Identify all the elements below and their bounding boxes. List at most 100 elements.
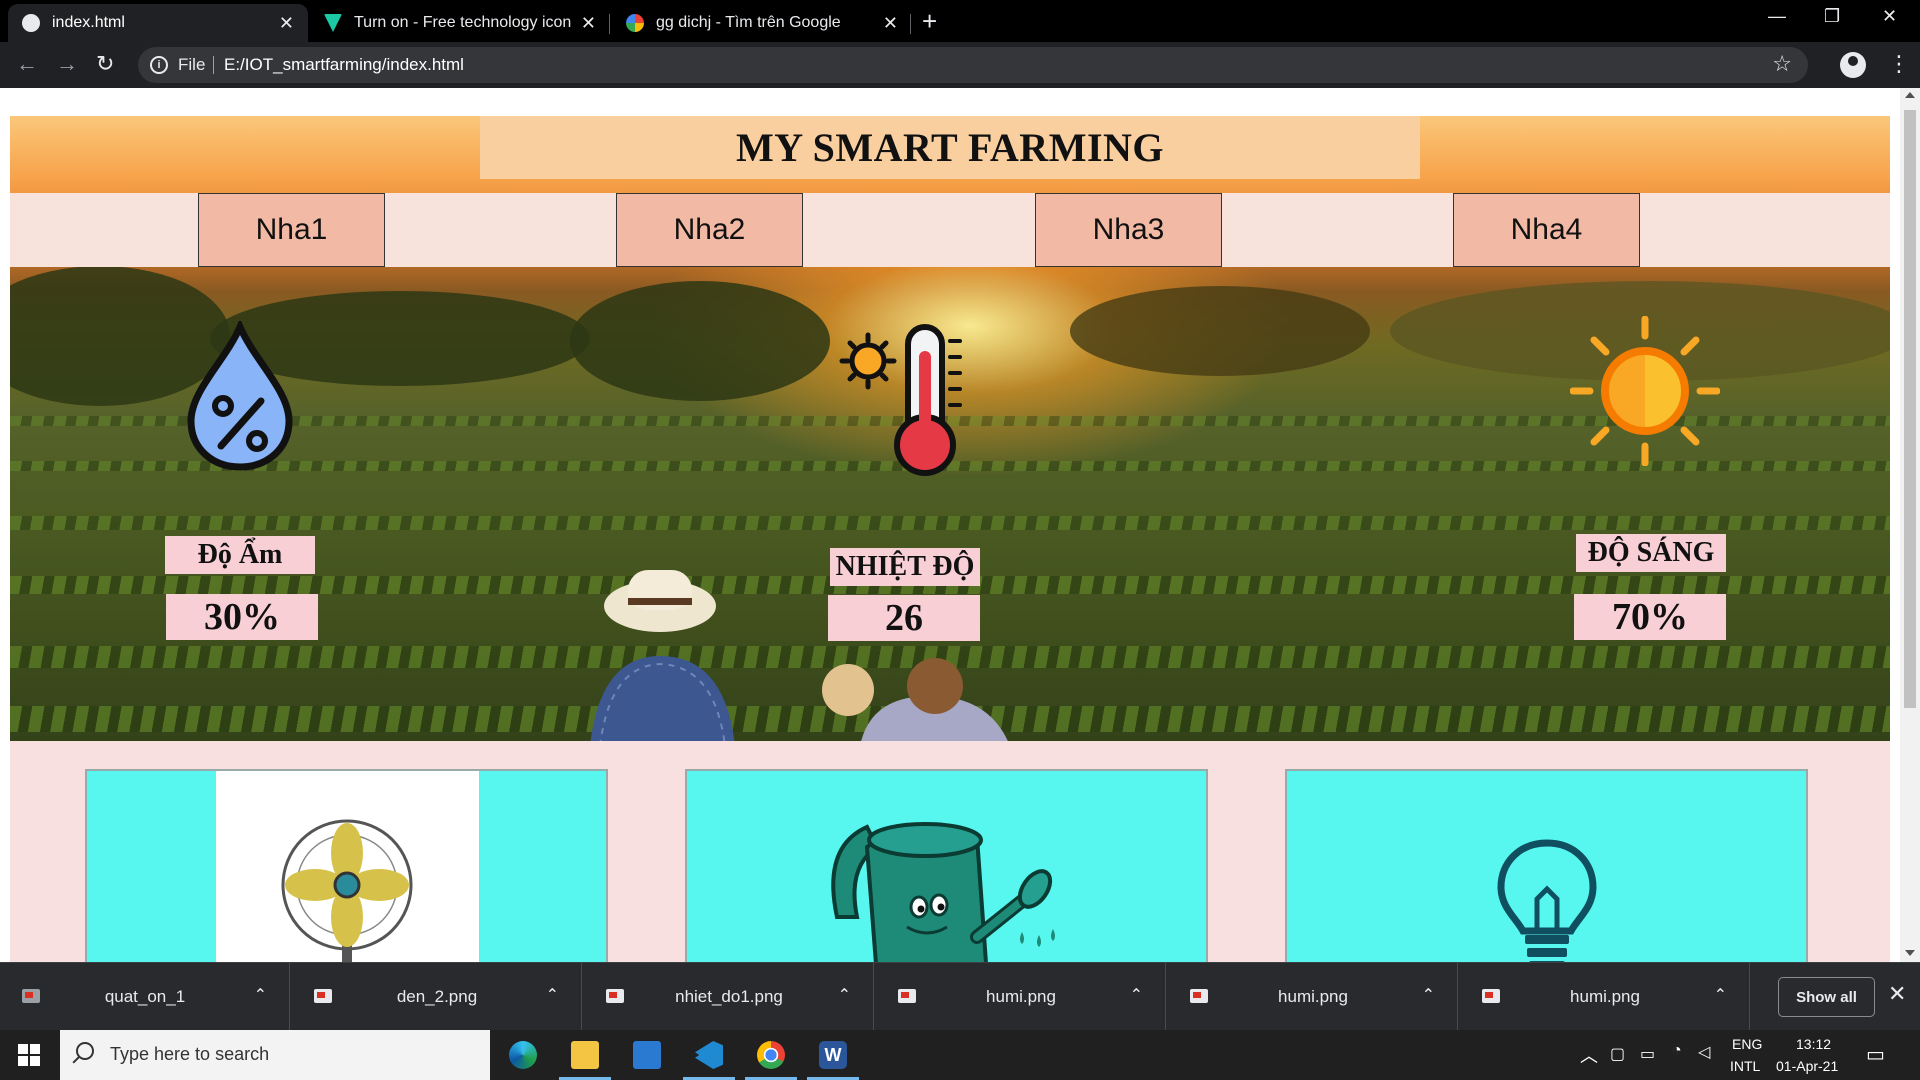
google-icon — [626, 14, 644, 32]
download-filename: humi.png — [1570, 987, 1640, 1006]
download-item[interactable]: humi.png ⌃ — [876, 963, 1166, 1031]
farmer-figures — [590, 570, 735, 741]
download-filename: quat_on_1 — [104, 987, 186, 1006]
taskbar-search-input[interactable]: Type here to search — [60, 1030, 490, 1080]
language-bottom[interactable]: INTL — [1730, 1058, 1760, 1074]
forward-arrow-icon[interactable]: → — [56, 52, 78, 76]
image-file-icon — [314, 989, 332, 1003]
download-filename: humi.png — [986, 987, 1056, 1006]
clock-date[interactable]: 01-Apr-21 — [1776, 1058, 1838, 1074]
watering-can-icon[interactable] — [827, 807, 1067, 962]
back-arrow-icon[interactable]: ← — [16, 52, 38, 76]
device-controls-section — [10, 741, 1890, 962]
browser-toolbar: ← → ↻ i File E:/IOT_smartfarming/index.h… — [0, 42, 1920, 88]
url-text[interactable]: E:/IOT_smartfarming/index.html — [224, 55, 464, 75]
page-viewport: MY SMART FARMING Nha1 Nha2 Nha3 Nha4 Độ … — [0, 88, 1920, 962]
url-scheme: File — [178, 55, 206, 74]
browser-tab-strip: index.html ✕ Turn on - Free technology i… — [0, 0, 1920, 42]
light-bulb-icon[interactable] — [1497, 839, 1597, 962]
edge-browser-icon[interactable] — [503, 1038, 543, 1072]
tab-flaticon[interactable]: Turn on - Free technology icons ✕ — [310, 4, 610, 42]
reload-icon[interactable]: ↻ — [96, 52, 114, 76]
download-item[interactable]: quat_on_1 ⌃ — [0, 963, 290, 1031]
flaticon-icon — [324, 14, 342, 32]
close-tab-icon[interactable]: ✕ — [883, 13, 898, 34]
humidity-label: Độ Ẩm — [165, 536, 315, 574]
divider — [213, 56, 214, 74]
chevron-up-icon[interactable]: ︿ — [1580, 1042, 1598, 1068]
tab-separator — [609, 14, 610, 34]
close-shelf-icon[interactable]: ✕ — [1888, 981, 1906, 1007]
fan-icon[interactable] — [277, 815, 417, 962]
file-icon — [22, 989, 40, 1003]
menu-kebab-icon[interactable]: ⋮ — [1888, 51, 1910, 77]
windows-taskbar: Type here to search W ︿ ▢ ▭ ◔ ◁ ENG INTL… — [0, 1030, 1920, 1080]
close-window-icon[interactable]: ✕ — [1882, 6, 1897, 27]
page-scrollbar[interactable] — [1900, 88, 1920, 962]
battery-icon[interactable]: ▭ — [1640, 1044, 1655, 1064]
tree-silhouette — [570, 281, 830, 401]
minimize-icon[interactable]: — — [1768, 6, 1786, 27]
scroll-up-arrow-icon[interactable] — [1905, 92, 1915, 98]
word-icon[interactable]: W — [807, 1038, 859, 1080]
children-figures — [822, 658, 1008, 741]
image-file-icon — [1190, 989, 1208, 1003]
watering-control-card[interactable] — [685, 769, 1208, 962]
chevron-up-icon[interactable]: ⌃ — [838, 985, 851, 1005]
windows-start-icon[interactable] — [18, 1044, 40, 1066]
light-control-card[interactable] — [1285, 769, 1808, 962]
tab-separator — [910, 14, 911, 34]
chevron-up-icon[interactable]: ⌃ — [546, 985, 559, 1005]
clock-time[interactable]: 13:12 — [1796, 1036, 1831, 1052]
info-icon[interactable]: i — [150, 56, 168, 74]
download-shelf: quat_on_1 ⌃ den_2.png ⌃ nhiet_do1.png ⌃ … — [0, 962, 1920, 1031]
chevron-up-icon[interactable]: ⌃ — [1422, 985, 1435, 1005]
chevron-up-icon[interactable]: ⌃ — [1130, 985, 1143, 1005]
chevron-up-icon[interactable]: ⌃ — [1714, 985, 1727, 1005]
tab-title: gg dichj - Tìm trên Google — [656, 14, 841, 31]
scrollbar-thumb[interactable] — [1904, 110, 1916, 708]
image-file-icon — [898, 989, 916, 1003]
humidity-drop-icon — [187, 321, 293, 471]
nav-tab-nha1[interactable]: Nha1 — [198, 193, 385, 267]
nav-tab-nha4[interactable]: Nha4 — [1453, 193, 1640, 267]
restore-icon[interactable]: ❐ — [1824, 6, 1840, 27]
brightness-value: 70% — [1574, 594, 1726, 640]
address-bar[interactable]: i File E:/IOT_smartfarming/index.html ☆ — [138, 47, 1808, 83]
meet-now-icon[interactable]: ▢ — [1610, 1044, 1625, 1064]
show-all-downloads-button[interactable]: Show all — [1778, 977, 1875, 1017]
tab-index-html[interactable]: index.html ✕ — [8, 4, 308, 42]
search-icon — [76, 1042, 94, 1060]
nav-tab-nha2[interactable]: Nha2 — [616, 193, 803, 267]
new-tab-plus-icon[interactable]: + — [922, 8, 937, 34]
fan-control-card[interactable] — [85, 769, 608, 962]
language-top[interactable]: ENG — [1732, 1036, 1762, 1052]
globe-icon — [22, 14, 40, 32]
tab-google-search[interactable]: gg dichj - Tìm trên Google ✕ — [612, 4, 912, 42]
notifications-icon[interactable]: ▭ — [1866, 1042, 1885, 1067]
house-nav-bar: Nha1 Nha2 Nha3 Nha4 — [10, 193, 1890, 267]
download-item[interactable]: humi.png ⌃ — [1460, 963, 1750, 1031]
mail-icon[interactable] — [627, 1038, 667, 1072]
vscode-icon[interactable] — [683, 1038, 735, 1080]
download-filename: nhiet_do1.png — [675, 987, 783, 1006]
wifi-icon[interactable]: ◔ — [1672, 1042, 1682, 1060]
profile-avatar-icon[interactable] — [1840, 52, 1866, 78]
close-tab-icon[interactable]: ✕ — [279, 13, 294, 34]
tab-title: Turn on - Free technology icons — [354, 14, 571, 31]
bookmark-star-icon[interactable]: ☆ — [1772, 51, 1792, 77]
download-item[interactable]: humi.png ⌃ — [1168, 963, 1458, 1031]
temperature-value: 26 — [828, 595, 980, 641]
nav-tab-nha3[interactable]: Nha3 — [1035, 193, 1222, 267]
brightness-label: ĐỘ SÁNG — [1576, 534, 1726, 572]
close-tab-icon[interactable]: ✕ — [581, 13, 596, 34]
file-explorer-icon[interactable] — [559, 1038, 611, 1080]
scroll-down-arrow-icon[interactable] — [1905, 950, 1915, 956]
download-item[interactable]: nhiet_do1.png ⌃ — [584, 963, 874, 1031]
chrome-icon[interactable] — [745, 1038, 797, 1080]
image-file-icon — [1482, 989, 1500, 1003]
download-item[interactable]: den_2.png ⌃ — [292, 963, 582, 1031]
page-title: MY SMART FARMING — [735, 125, 1165, 170]
chevron-up-icon[interactable]: ⌃ — [254, 985, 267, 1005]
volume-icon[interactable]: ◁ — [1698, 1042, 1710, 1062]
